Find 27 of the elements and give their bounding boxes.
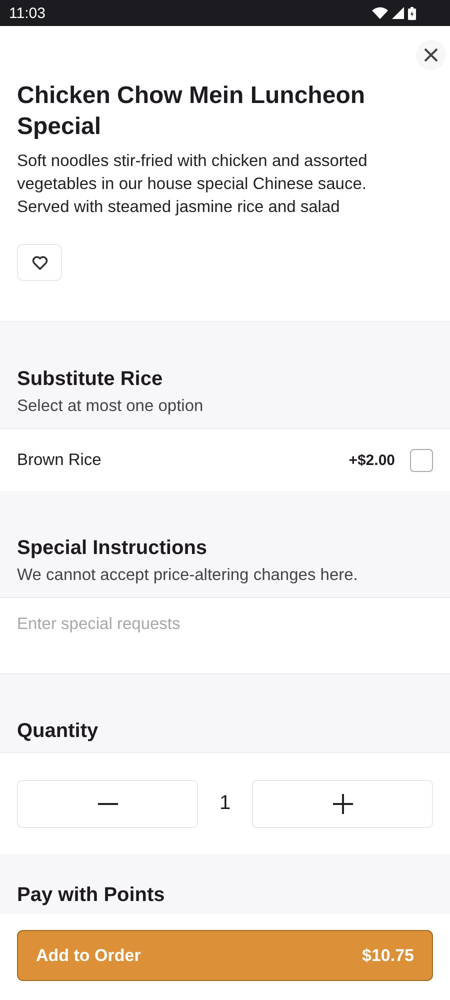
decrease-button[interactable] (17, 780, 198, 828)
plus-icon (332, 794, 352, 814)
close-icon (424, 48, 438, 62)
checkbox[interactable] (410, 448, 433, 472)
close-button[interactable] (416, 40, 446, 70)
option-label: Brown Rice (17, 450, 102, 470)
item-title: Chicken Chow Mein Luncheon Special (17, 81, 366, 142)
heart-icon (32, 256, 48, 270)
section-subtitle: Select at most one option (17, 396, 204, 417)
signal-icon (392, 7, 404, 19)
section-title: Substitute Rice (17, 367, 164, 392)
section-title: Quantity (17, 719, 100, 744)
increase-button[interactable] (252, 780, 433, 828)
status-time: 11:03 (9, 4, 46, 22)
minus-icon (98, 802, 118, 804)
wifi-icon (372, 7, 388, 19)
option-row[interactable]: Brown Rice +$2.00 (0, 429, 450, 491)
section-subtitle: We cannot accept price-altering changes here. (17, 565, 359, 586)
section-title: Special Instructions (17, 536, 208, 561)
order-total: $10.75 (362, 946, 414, 966)
item-description: Soft noodles stir-fried with chicken and assorted vegetables in our house special Chinese sauce. Served with steamed jasmine rice and salad (17, 151, 368, 218)
quantity-value: 1 (218, 792, 232, 815)
section-title: Pay with Points (17, 883, 166, 908)
battery-icon (408, 6, 416, 20)
favorite-button[interactable] (17, 244, 62, 281)
option-price: +$2.00 (348, 452, 395, 468)
button-label: Add to Order (36, 946, 141, 966)
